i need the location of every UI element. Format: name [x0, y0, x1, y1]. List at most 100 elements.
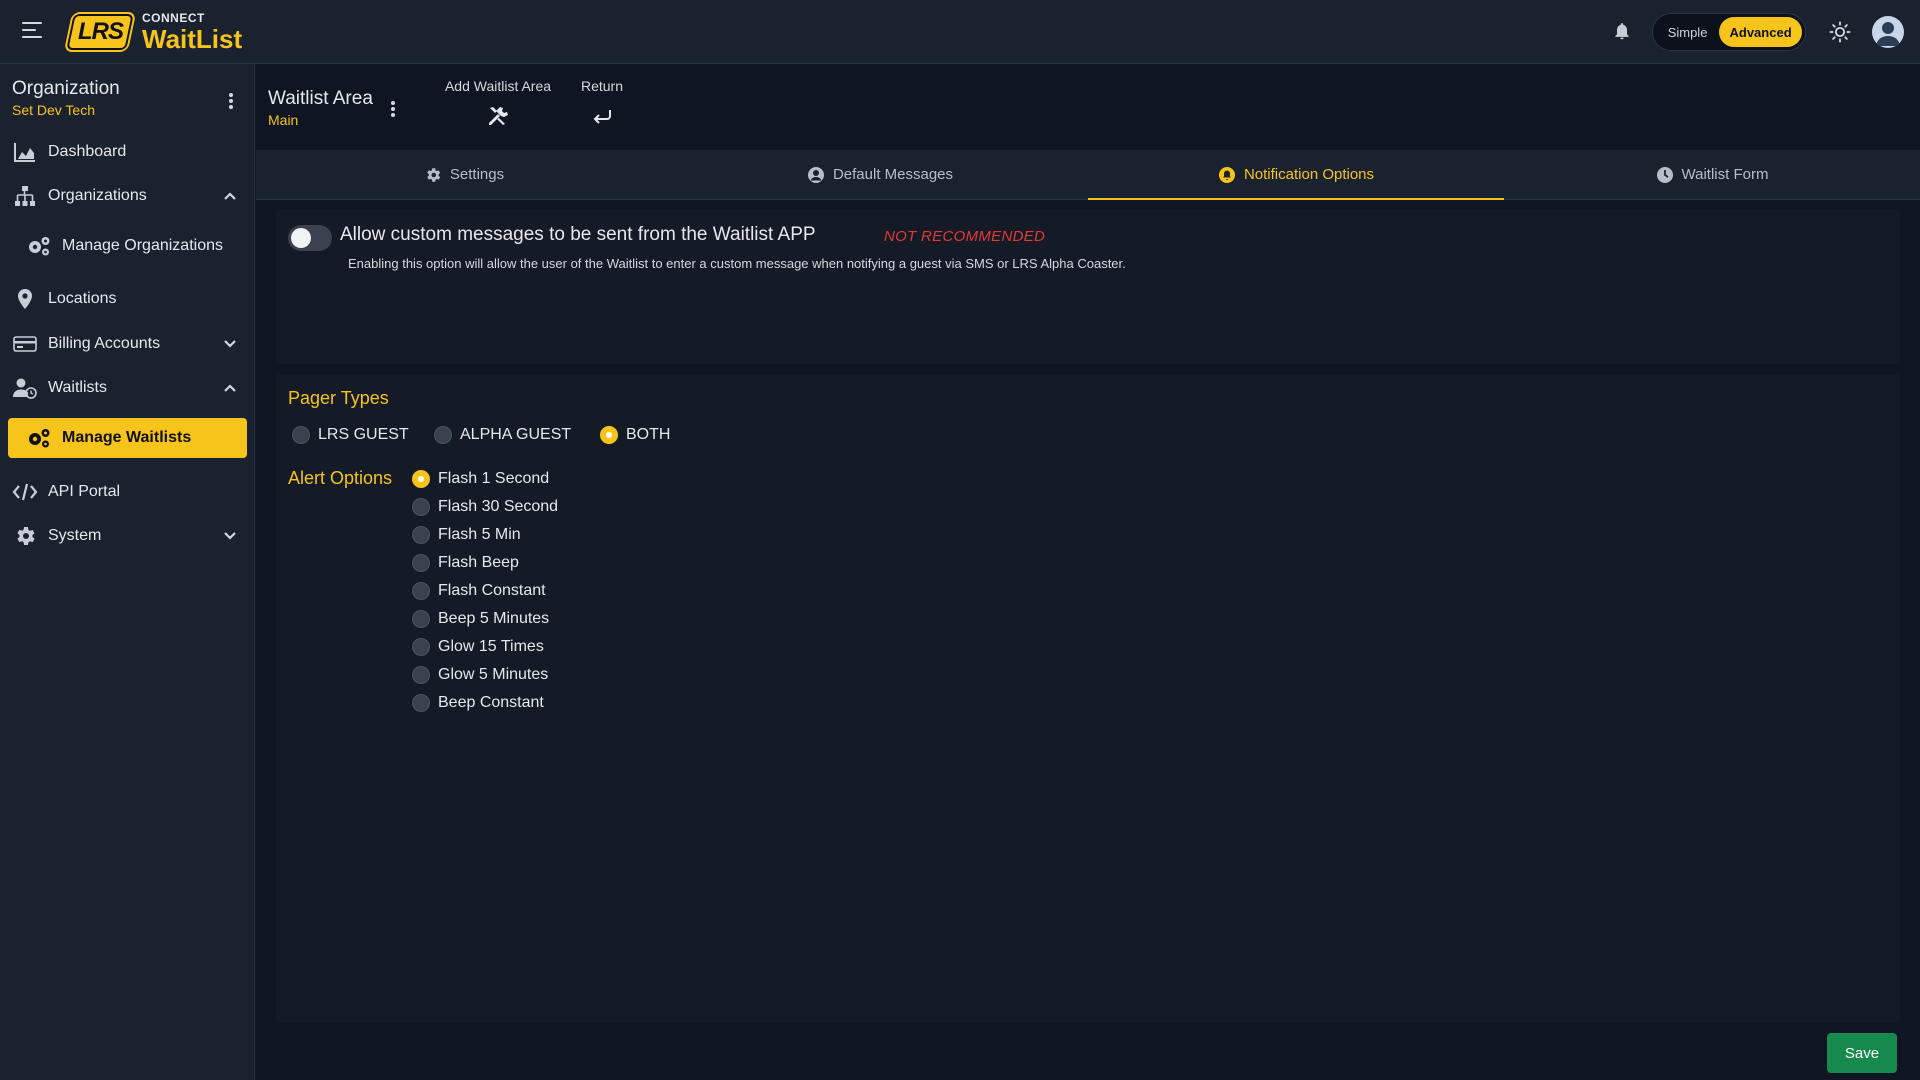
- radio-button[interactable]: [412, 638, 430, 656]
- user-avatar-icon[interactable]: [1872, 16, 1904, 48]
- radio-button[interactable]: [434, 426, 452, 444]
- return-arrow-icon: [593, 110, 611, 124]
- organization-more-icon[interactable]: [229, 93, 233, 109]
- radio-button-selected[interactable]: [412, 470, 430, 488]
- page-subtitle: Main: [268, 112, 299, 128]
- chevron-down-icon[interactable]: [223, 529, 237, 543]
- org-tree-icon: [12, 183, 38, 209]
- sidebar-item-billing-accounts[interactable]: Billing Accounts: [8, 324, 247, 364]
- pager-type-lrs-guest[interactable]: LRS GUEST: [292, 426, 409, 444]
- top-bar: LRS CONNECT WaitList Simple Advanced: [0, 0, 1920, 64]
- radio-button[interactable]: [412, 526, 430, 544]
- alert-option-flash-beep[interactable]: Flash Beep: [412, 554, 519, 572]
- mode-simple-button[interactable]: Simple: [1656, 17, 1719, 47]
- alert-option-flash-1-second[interactable]: Flash 1 Second: [412, 470, 549, 488]
- alert-option-flash-5-min[interactable]: Flash 5 Min: [412, 526, 521, 544]
- pager-type-both[interactable]: BOTH: [600, 426, 670, 444]
- radio-button[interactable]: [412, 666, 430, 684]
- clock-icon: [1656, 166, 1674, 184]
- sidebar-item-label: Dashboard: [48, 143, 127, 160]
- tab-label: Notification Options: [1243, 166, 1375, 183]
- tab-label: Settings: [449, 166, 505, 183]
- alert-option-beep-constant[interactable]: Beep Constant: [412, 694, 544, 712]
- code-icon: [12, 479, 38, 505]
- sidebar-item-organizations[interactable]: Organizations: [8, 176, 247, 216]
- user-circle-icon: [807, 166, 825, 184]
- tab-waitlist-form[interactable]: Waitlist Form: [1504, 150, 1920, 199]
- custom-messages-toggle[interactable]: [288, 225, 332, 251]
- sidebar-item-label: Manage Organizations: [62, 237, 223, 254]
- waitlist-area-more-icon[interactable]: [391, 101, 395, 117]
- radio-button[interactable]: [412, 582, 430, 600]
- mode-toggle: Simple Advanced: [1652, 13, 1806, 51]
- organization-title: Organization: [12, 78, 120, 99]
- bell-circle-icon: [1218, 166, 1236, 184]
- users-clock-icon: [12, 375, 38, 401]
- chevron-down-icon[interactable]: [223, 337, 237, 351]
- sidebar-item-label: API Portal: [48, 483, 121, 500]
- tools-icon: [489, 107, 508, 125]
- logo-product-text: WaitList: [142, 24, 243, 54]
- radio-button[interactable]: [292, 426, 310, 444]
- tab-label: Waitlist Form: [1681, 166, 1769, 183]
- radio-button[interactable]: [412, 498, 430, 516]
- add-waitlist-area-button[interactable]: Add Waitlist Area: [428, 78, 568, 131]
- gears-icon: [26, 425, 52, 451]
- location-pin-icon: [12, 286, 38, 312]
- tab-notification-options[interactable]: Notification Options: [1088, 150, 1504, 200]
- sidebar-item-label: Manage Waitlists: [62, 429, 192, 446]
- content-header: Waitlist Area Main Add Waitlist Area Ret…: [256, 64, 1920, 150]
- sidebar-item-locations[interactable]: Locations: [8, 279, 247, 319]
- pager-type-alpha-guest[interactable]: ALPHA GUEST: [434, 426, 571, 444]
- app-logo[interactable]: LRS CONNECT WaitList: [66, 11, 243, 54]
- sidebar: Organization Set Dev Tech Dashboard Orga…: [0, 64, 255, 1080]
- add-waitlist-area-label: Add Waitlist Area: [444, 78, 552, 94]
- chevron-up-icon[interactable]: [223, 381, 237, 395]
- tab-bar: Settings Default Messages Notification O…: [256, 150, 1920, 200]
- sidebar-item-label: System: [48, 527, 102, 544]
- gear-icon: [12, 523, 38, 549]
- sun-icon[interactable]: [1829, 21, 1851, 43]
- return-button[interactable]: Return: [562, 78, 642, 131]
- alert-option-beep-5-minutes[interactable]: Beep 5 Minutes: [412, 610, 549, 628]
- sidebar-item-label: Locations: [48, 290, 117, 307]
- lrs-logo-mark: LRS: [66, 14, 134, 50]
- tab-default-messages[interactable]: Default Messages: [672, 150, 1088, 199]
- hamburger-menu-icon[interactable]: [22, 22, 42, 40]
- radio-button[interactable]: [412, 694, 430, 712]
- sidebar-item-manage-organizations[interactable]: Manage Organizations: [8, 226, 247, 266]
- page-title: Waitlist Area: [268, 88, 373, 109]
- chevron-up-icon[interactable]: [223, 189, 237, 203]
- sidebar-item-label: Waitlists: [48, 379, 107, 396]
- radio-button-selected[interactable]: [600, 426, 618, 444]
- mode-advanced-button[interactable]: Advanced: [1719, 17, 1802, 47]
- logo-connect-text: CONNECT: [142, 11, 205, 25]
- organization-header: Organization Set Dev Tech: [12, 78, 120, 118]
- custom-messages-description: Enabling this option will allow the user…: [348, 256, 1126, 271]
- radio-button[interactable]: [412, 610, 430, 628]
- gear-icon: [424, 166, 442, 184]
- pager-options-panel: Pager Types LRS GUEST ALPHA GUEST BOTH A…: [276, 374, 1900, 1022]
- tab-label: Default Messages: [832, 166, 954, 183]
- save-button[interactable]: Save: [1827, 1033, 1897, 1073]
- pager-types-title: Pager Types: [288, 388, 389, 408]
- radio-button[interactable]: [412, 554, 430, 572]
- sidebar-item-waitlists[interactable]: Waitlists: [8, 368, 247, 408]
- alert-option-glow-5-minutes[interactable]: Glow 5 Minutes: [412, 666, 548, 684]
- alert-option-flash-30-second[interactable]: Flash 30 Second: [412, 498, 558, 516]
- sidebar-item-manage-waitlists[interactable]: Manage Waitlists: [8, 418, 247, 458]
- not-recommended-warning: NOT RECOMMENDED: [884, 228, 1046, 245]
- sidebar-item-system[interactable]: System: [8, 516, 247, 556]
- alert-option-flash-constant[interactable]: Flash Constant: [412, 582, 546, 600]
- alert-options-title: Alert Options: [288, 468, 393, 488]
- custom-messages-panel: Allow custom messages to be sent from th…: [276, 210, 1900, 364]
- sidebar-item-label: Organizations: [48, 187, 147, 204]
- sidebar-item-api-portal[interactable]: API Portal: [8, 472, 247, 512]
- bell-icon[interactable]: [1612, 20, 1632, 42]
- sidebar-item-dashboard[interactable]: Dashboard: [8, 132, 247, 172]
- sidebar-item-label: Billing Accounts: [48, 335, 161, 352]
- credit-card-icon: [12, 331, 38, 357]
- alert-option-glow-15-times[interactable]: Glow 15 Times: [412, 638, 544, 656]
- tab-settings[interactable]: Settings: [256, 150, 672, 199]
- custom-messages-label: Allow custom messages to be sent from th…: [340, 224, 816, 245]
